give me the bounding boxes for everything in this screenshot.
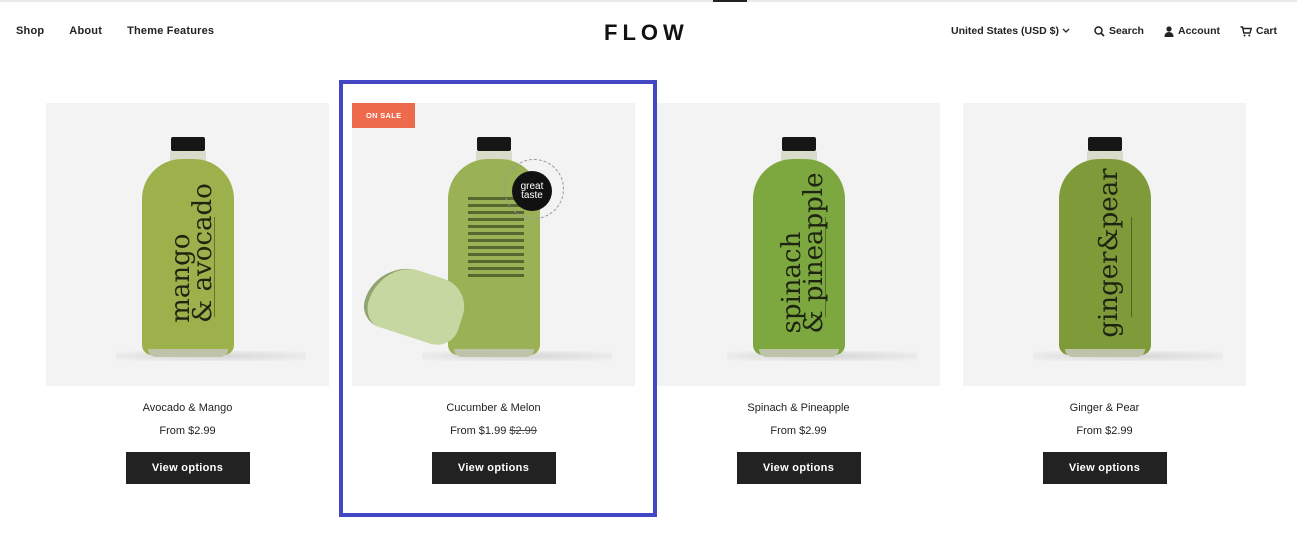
product-card: great taste ON SALE Cucumber & Melon Fro… <box>352 103 635 484</box>
compare-price: $2.99 <box>509 425 537 437</box>
product-card: ginger&pear Ginger & Pear From $2.99 Vie… <box>963 103 1246 484</box>
view-options-button[interactable]: View options <box>431 452 556 484</box>
nav-theme-features[interactable]: Theme Features <box>127 25 214 37</box>
juice-bottle: mango & avocado <box>142 137 234 357</box>
currency-label: United States (USD $) <box>951 25 1059 37</box>
juice-bottle: spinach & pineapple <box>753 137 845 357</box>
search-link[interactable]: Search <box>1094 25 1144 37</box>
product-image[interactable]: mango & avocado <box>46 103 329 386</box>
cart-label: Cart <box>1255 25 1277 37</box>
brand-logo[interactable]: FLOW <box>604 20 689 46</box>
cart-link[interactable]: Cart <box>1240 25 1277 37</box>
cart-icon <box>1240 25 1252 36</box>
bottle-label-text: ginger&pear <box>1094 168 1124 338</box>
product-card: mango & avocado Avocado & Mango From $2.… <box>46 103 329 484</box>
currency-selector[interactable]: United States (USD $) <box>951 25 1074 37</box>
top-border <box>0 0 1297 2</box>
sale-price: From $1.99 <box>450 425 507 437</box>
bottle-label-text: spinach & pineapple <box>777 172 829 334</box>
bottle-cap <box>782 137 816 151</box>
nav-shop[interactable]: Shop <box>16 25 44 37</box>
juice-bottle: ginger&pear <box>1059 137 1151 357</box>
sale-badge: ON SALE <box>352 103 416 128</box>
product-price: From $2.99 <box>159 425 216 437</box>
bottle-base <box>454 349 534 357</box>
bottle-side-panel <box>214 217 225 317</box>
search-icon <box>1094 25 1105 37</box>
account-label: Account <box>1177 25 1220 37</box>
product-price: From $2.99 <box>1076 425 1133 437</box>
bottle-base <box>1065 349 1145 357</box>
account-link[interactable]: Account <box>1164 25 1220 37</box>
product-image[interactable]: great taste ON SALE <box>352 103 635 386</box>
product-card: spinach & pineapple Spinach & Pineapple … <box>657 103 940 484</box>
product-name[interactable]: Avocado & Mango <box>46 402 329 414</box>
bottle-base <box>148 349 228 357</box>
nutrition-facts-panel <box>468 197 524 317</box>
view-options-button[interactable]: View options <box>125 452 250 484</box>
view-options-button[interactable]: View options <box>736 452 861 484</box>
product-image[interactable]: ginger&pear <box>963 103 1246 386</box>
product-price: From $2.99 <box>770 425 827 437</box>
bottle-side-panel <box>1131 217 1142 317</box>
bottle-base <box>759 349 839 357</box>
great-taste-award-icon: great taste <box>512 171 552 211</box>
view-options-button[interactable]: View options <box>1042 452 1167 484</box>
utility-nav: United States (USD $) Search Account Car… <box>951 25 1277 37</box>
bottle-side-panel <box>825 217 836 317</box>
product-name[interactable]: Cucumber & Melon <box>352 402 635 414</box>
bottle-cap <box>477 137 511 151</box>
chevron-down-icon <box>1062 28 1070 33</box>
bottle-cap <box>171 137 205 151</box>
search-label: Search <box>1108 25 1144 37</box>
nav-about[interactable]: About <box>69 25 102 37</box>
bottle-label-text: mango & avocado <box>166 183 218 323</box>
scroll-indicator <box>713 0 747 2</box>
product-name[interactable]: Ginger & Pear <box>963 402 1246 414</box>
product-price: From $1.99 $2.99 <box>352 425 635 437</box>
product-image[interactable]: spinach & pineapple <box>657 103 940 386</box>
main-nav: Shop About Theme Features <box>16 25 239 37</box>
user-icon <box>1164 25 1174 37</box>
bottle-cap <box>1088 137 1122 151</box>
product-name[interactable]: Spinach & Pineapple <box>657 402 940 414</box>
